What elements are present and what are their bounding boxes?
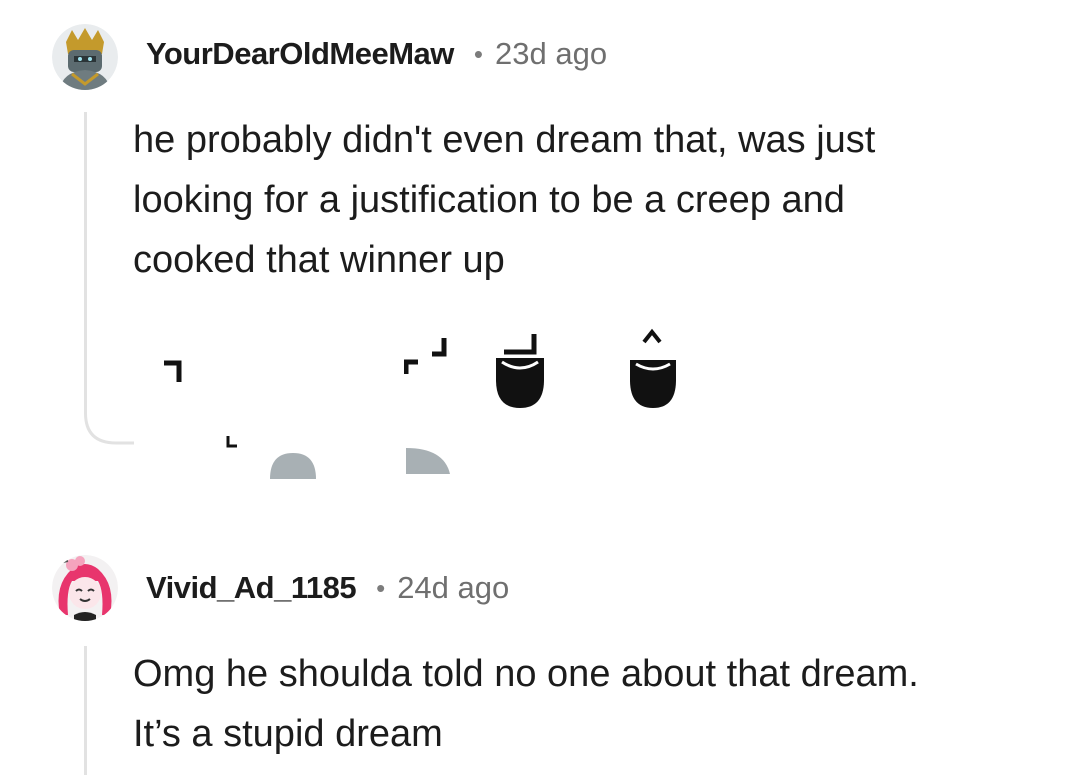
meta-separator: • (473, 38, 483, 69)
share-icon[interactable] (268, 451, 318, 479)
upvote-icon[interactable] (404, 336, 452, 376)
thread-line[interactable] (84, 112, 87, 404)
reply-icon[interactable] (162, 360, 182, 384)
avatar[interactable] (52, 555, 118, 621)
vote-score-icon[interactable] (626, 326, 678, 410)
more-options-icon[interactable] (404, 446, 452, 476)
comment-body-line: Omg he shoulda told no one about that dr… (133, 653, 919, 695)
downvote-icon[interactable] (494, 330, 546, 410)
thread-line[interactable] (84, 646, 87, 775)
comment-body-line: he probably didn't even dream that, was … (133, 119, 876, 161)
comment-meta: YourDearOldMeeMaw • 23d ago (146, 36, 607, 72)
username-link[interactable]: YourDearOldMeeMaw (146, 36, 454, 72)
timestamp: 23d ago (495, 36, 608, 71)
pink-haired-avatar-icon (52, 555, 118, 621)
meta-separator: • (376, 572, 386, 603)
comment-body: Omg he shoulda told no one about that dr… (133, 644, 1033, 764)
avatar[interactable] (52, 24, 118, 90)
comment-meta: Vivid_Ad_1185 • 24d ago (146, 570, 509, 606)
comment-body-line: cooked that winner up (133, 239, 505, 281)
armored-knight-avatar-icon (52, 24, 118, 90)
username-link[interactable]: Vivid_Ad_1185 (146, 570, 357, 606)
thread-elbow-icon (84, 401, 134, 445)
comment-body-line: It’s a stupid dream (133, 713, 443, 755)
comment-body: he probably didn't even dream that, was … (133, 110, 1033, 290)
award-icon[interactable] (225, 434, 239, 448)
timestamp: 24d ago (397, 570, 510, 605)
comment-body-line: looking for a justification to be a cree… (133, 179, 845, 221)
